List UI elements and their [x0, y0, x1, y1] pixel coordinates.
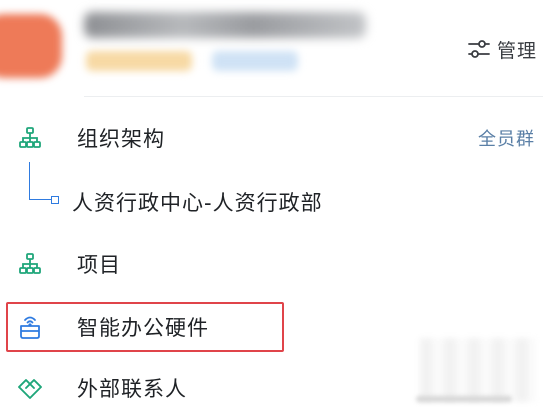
org-tag-redacted	[86, 51, 192, 71]
org-chart-icon	[17, 125, 43, 151]
org-tag-redacted-2	[212, 51, 298, 71]
manage-button[interactable]: 管理	[467, 34, 537, 64]
menu-item-org-structure[interactable]: 组织架构 全员群	[0, 116, 543, 160]
redacted-bar	[416, 396, 512, 402]
sliders-icon	[467, 37, 491, 61]
smart-hardware-label: 智能办公硬件	[77, 316, 209, 340]
menu-item-project[interactable]: 项目	[0, 242, 543, 286]
org-name-redacted	[84, 12, 366, 38]
redacted-area	[420, 338, 536, 402]
department-label: 人资行政中心-人资行政部	[72, 191, 323, 215]
menu-item-department[interactable]: 人资行政中心-人资行政部	[0, 180, 543, 224]
org-structure-label: 组织架构	[77, 127, 165, 151]
external-contacts-label: 外部联系人	[77, 377, 187, 401]
handshake-icon	[17, 375, 43, 401]
org-avatar[interactable]	[0, 14, 62, 78]
header-divider	[84, 96, 543, 97]
org-chart-icon	[17, 251, 43, 277]
router-icon	[17, 314, 43, 340]
all-staff-group-link[interactable]: 全员群	[478, 125, 535, 151]
project-label: 项目	[77, 253, 121, 277]
manage-label: 管理	[496, 39, 537, 62]
org-header: 管理	[0, 0, 543, 96]
contacts-page: 管理 组织架构 全员群 人资行政中心-人资行政部 项目 智能办公硬件 外部联系人	[0, 0, 543, 407]
